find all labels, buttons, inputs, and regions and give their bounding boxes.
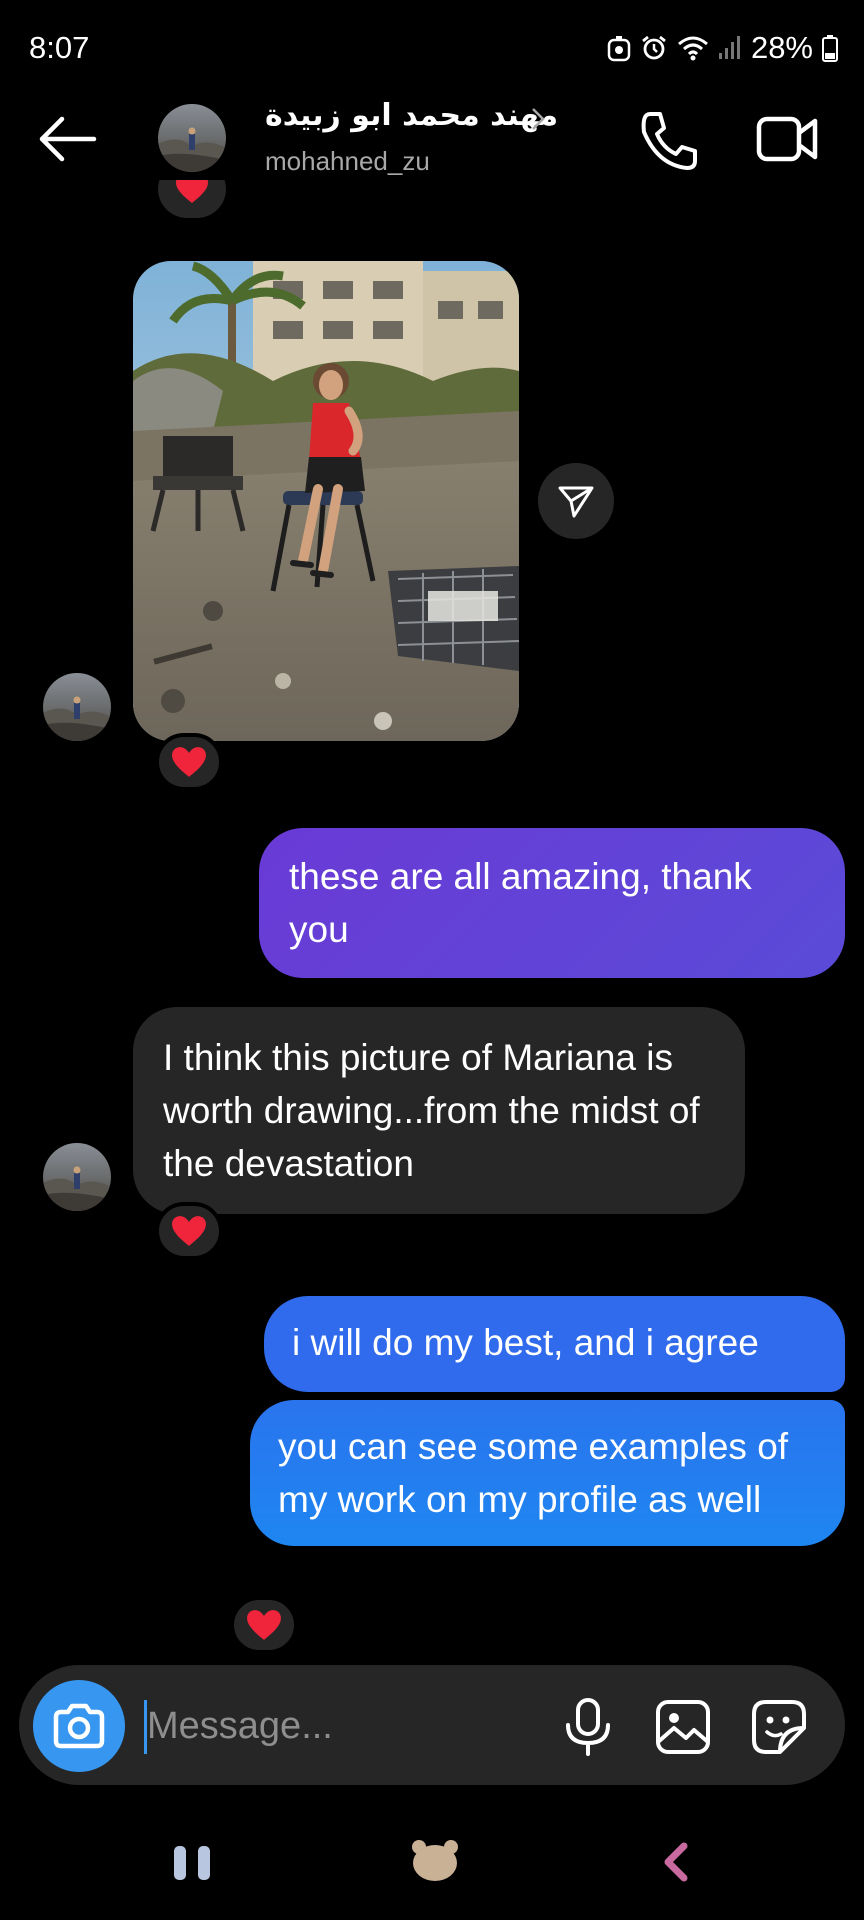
contact-avatar-small[interactable] — [43, 1143, 111, 1211]
avatar-image — [43, 1143, 111, 1211]
reaction-badge[interactable] — [155, 1202, 223, 1260]
data-saver-icon — [607, 36, 631, 62]
gallery-button[interactable] — [654, 1698, 712, 1756]
share-button[interactable] — [538, 463, 614, 539]
send-icon — [558, 486, 594, 518]
battery-icon — [822, 35, 838, 62]
message-bubble-outgoing[interactable]: these are all amazing, thank you — [259, 828, 845, 978]
arrow-left-icon — [39, 116, 97, 162]
voice-message-button[interactable] — [562, 1697, 614, 1757]
contact-name[interactable]: مهند محمد ابو زبيدة — [265, 98, 558, 133]
chevron-right-icon[interactable] — [530, 106, 546, 132]
microphone-icon — [566, 1698, 610, 1756]
photo-message[interactable] — [133, 261, 519, 741]
video-camera-icon — [756, 116, 818, 162]
avatar-image — [43, 673, 111, 741]
heart-icon — [172, 747, 206, 777]
reaction-badge[interactable] — [230, 1596, 298, 1654]
contact-avatar[interactable] — [158, 104, 226, 172]
message-bubble-outgoing[interactable]: you can see some examples of my work on … — [250, 1400, 845, 1546]
status-icons: 28% — [607, 28, 838, 68]
voice-call-button[interactable] — [638, 110, 698, 172]
message-input[interactable] — [147, 1694, 537, 1758]
reaction-badge[interactable] — [155, 733, 223, 791]
wifi-icon — [677, 36, 708, 61]
contact-username[interactable]: mohahned_zu — [265, 146, 430, 177]
camera-icon — [53, 1703, 105, 1749]
message-bubble-incoming[interactable]: I think this picture of Mariana is worth… — [133, 1007, 745, 1214]
heart-icon — [176, 180, 208, 203]
heart-icon — [172, 1216, 206, 1246]
photo-message-image — [133, 261, 519, 741]
battery-percentage: 28% — [750, 30, 813, 65]
recent-apps-icon[interactable] — [172, 1844, 214, 1882]
heart-icon — [247, 1610, 281, 1640]
phone-icon — [641, 112, 697, 170]
sticker-button[interactable] — [750, 1698, 808, 1756]
reaction-partial — [158, 180, 226, 228]
sticker-icon — [752, 1700, 806, 1754]
image-icon — [656, 1700, 710, 1754]
message-text: I think this picture of Mariana is worth… — [163, 1037, 700, 1184]
message-bubble-outgoing[interactable]: i will do my best, and i agree — [264, 1296, 845, 1392]
signal-icon — [718, 36, 740, 59]
message-text: these are all amazing, thank you — [289, 856, 752, 950]
avatar-image — [158, 104, 226, 172]
status-time: 8:07 — [29, 30, 90, 65]
camera-button[interactable] — [33, 1680, 125, 1772]
message-text: you can see some examples of my work on … — [278, 1426, 789, 1520]
video-call-button[interactable] — [756, 113, 818, 165]
back-button[interactable] — [38, 114, 98, 164]
alarm-icon — [642, 35, 666, 60]
contact-avatar-small[interactable] — [43, 673, 111, 741]
message-text: i will do my best, and i agree — [292, 1322, 759, 1363]
back-nav-icon[interactable] — [660, 1842, 690, 1882]
home-icon[interactable] — [410, 1838, 460, 1882]
